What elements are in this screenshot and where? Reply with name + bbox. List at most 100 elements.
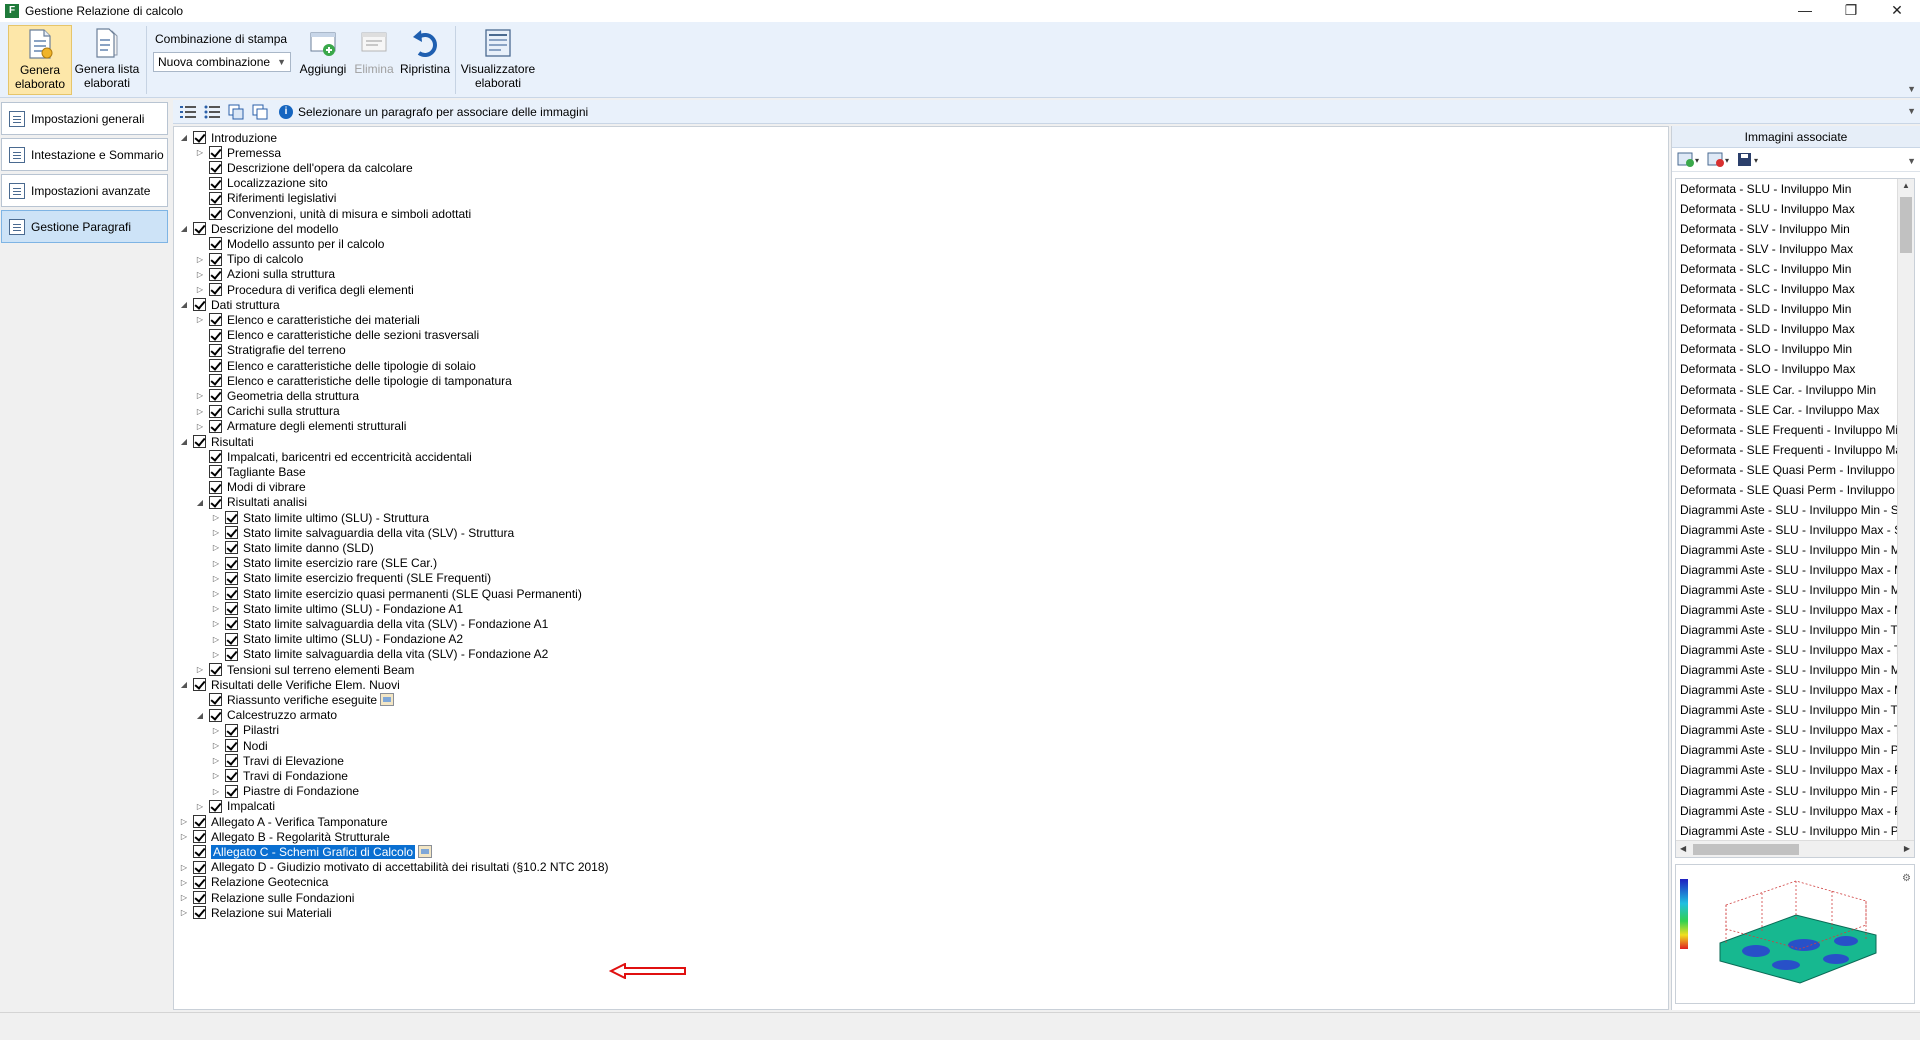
paragraph-checkbox[interactable] <box>225 632 238 646</box>
paragraph-checkbox[interactable] <box>209 663 222 676</box>
paragraph-checkbox[interactable] <box>209 799 222 813</box>
paragraph-checkbox[interactable] <box>209 404 222 418</box>
tree-row[interactable]: ▷ Stato limite ultimo (SLU) - Fondazione … <box>210 632 463 647</box>
list-item[interactable]: Deformata - SLE Frequenti - Inviluppo Mi… <box>1680 421 1905 439</box>
tree-row[interactable]: ▷ Impalcati <box>194 799 275 814</box>
expand-arrow-icon[interactable]: ▷ <box>210 647 222 662</box>
tree-row[interactable]: Impalcati, baricentri ed eccentricità ac… <box>194 449 472 464</box>
list-item[interactable]: Diagrammi Aste - SLU - Inviluppo Max - P… <box>1680 802 1906 820</box>
tree-row[interactable]: ◢ Dati struttura <box>178 297 280 312</box>
paragraph-checkbox[interactable] <box>209 419 222 433</box>
expand-arrow-icon[interactable]: ▷ <box>194 252 206 267</box>
list-item[interactable]: Diagrammi Aste - SLU - Inviluppo Max - S… <box>1680 521 1905 539</box>
tree-row[interactable]: ◢ Descrizione del modello <box>178 221 338 236</box>
paragraph-checkbox[interactable] <box>193 678 206 692</box>
paragraph-checkbox[interactable] <box>225 723 238 737</box>
paragraph-checkbox[interactable] <box>209 176 222 190</box>
list-item[interactable]: Diagrammi Aste - SLU - Inviluppo Min - P… <box>1680 822 1903 840</box>
expand-arrow-icon[interactable]: ▷ <box>210 723 222 738</box>
expand-arrow-icon[interactable]: ▷ <box>178 860 190 875</box>
expand-arrow-icon[interactable]: ▷ <box>194 662 206 677</box>
tree-row[interactable]: Modello assunto per il calcolo <box>194 236 384 251</box>
paragraph-checkbox[interactable] <box>225 769 238 783</box>
expand-arrow-icon[interactable]: ▷ <box>194 145 206 160</box>
tree-row[interactable]: ▷ Nodi <box>210 738 268 753</box>
tree-row[interactable]: ▷ Stato limite ultimo (SLU) - Fondazione … <box>210 601 463 616</box>
tree-row[interactable]: ▷ Procedura di verifica degli elementi <box>194 282 414 297</box>
tree-row[interactable]: ▷ Allegato B - Regolarità Strutturale <box>178 829 390 844</box>
paragraph-checkbox[interactable] <box>209 693 222 707</box>
list-item[interactable]: Deformata - SLV - Inviluppo Min <box>1680 220 1850 238</box>
scroll-left-icon[interactable]: ◀ <box>1680 844 1686 853</box>
expand-arrow-icon[interactable]: ▷ <box>210 738 222 753</box>
tree-row[interactable]: Tagliante Base <box>194 464 306 479</box>
genera-lista-button[interactable]: Genera lista elaborati <box>74 25 140 95</box>
expand-arrow-icon[interactable]: ▷ <box>178 814 190 829</box>
tree-row[interactable]: ▷ Azioni sulla struttura <box>194 267 335 282</box>
collapse-arrow-icon[interactable]: ◢ <box>178 221 190 236</box>
list-item[interactable]: Deformata - SLV - Inviluppo Max <box>1680 240 1853 258</box>
paragraph-checkbox[interactable] <box>193 891 206 904</box>
tree-row[interactable]: ▷ Allegato D - Giudizio motivato di accet… <box>178 860 609 875</box>
paragraph-checkbox[interactable] <box>209 161 222 175</box>
tree-row[interactable]: ▷ Tipo di calcolo <box>194 252 303 267</box>
panel-overflow-icon[interactable]: ▼ <box>1907 156 1916 166</box>
list-item[interactable]: Diagrammi Aste - SLU - Inviluppo Min - M <box>1680 581 1901 599</box>
tree-row[interactable]: ▷ Armature degli elementi strutturali <box>194 419 407 434</box>
list-item[interactable]: Diagrammi Aste - SLU - Inviluppo Min - S… <box>1680 501 1902 519</box>
paragraph-checkbox[interactable] <box>193 875 206 889</box>
expand-arrow-icon[interactable]: ▷ <box>210 571 222 586</box>
expand-arrow-icon[interactable]: ▷ <box>210 768 222 783</box>
list-item[interactable]: Deformata - SLE Quasi Perm - Inviluppo M <box>1680 481 1908 499</box>
ribbon-collapse-icon[interactable]: ▼ <box>1907 84 1916 94</box>
list-item[interactable]: Deformata - SLC - Inviluppo Max <box>1680 280 1855 298</box>
paragraph-checkbox[interactable] <box>225 647 238 661</box>
tree-row[interactable]: ▷ Stato limite danno (SLD) <box>210 540 374 555</box>
paragraph-checkbox[interactable] <box>225 511 238 524</box>
vertical-scrollbar[interactable]: ▲ <box>1897 179 1914 842</box>
add-image-icon[interactable]: ▾ <box>1676 151 1702 169</box>
paragraph-checkbox[interactable] <box>193 860 206 874</box>
paragraph-checkbox[interactable] <box>209 237 222 251</box>
tree-row[interactable]: ▷ Elenco e caratteristiche dei materiali <box>194 312 420 327</box>
list-item[interactable]: Diagrammi Aste - SLU - Inviluppo Min - P… <box>1680 741 1903 759</box>
list-item[interactable]: Diagrammi Aste - SLU - Inviluppo Max - M <box>1680 561 1904 579</box>
expand-arrow-icon[interactable]: ▷ <box>210 586 222 601</box>
collapse-all-icon[interactable] <box>203 103 221 121</box>
image-list[interactable]: Deformata - SLU - Inviluppo Min Deformata… <box>1675 178 1915 858</box>
paragraph-checkbox[interactable] <box>225 541 238 555</box>
horizontal-scrollbar[interactable]: ◀ ▶ <box>1676 840 1914 857</box>
elimina-button[interactable]: Elimina <box>352 25 396 95</box>
paragraph-checkbox[interactable] <box>209 267 222 281</box>
tree-row[interactable]: Stratigrafie del terreno <box>194 343 346 358</box>
combinazione-select[interactable]: Nuova combinazione ▼ <box>153 52 291 72</box>
list-item[interactable]: Deformata - SLE Car. - Inviluppo Min <box>1680 381 1876 399</box>
paragraph-checkbox[interactable] <box>209 191 222 205</box>
expand-arrow-icon[interactable]: ▷ <box>210 616 222 631</box>
paragraph-checkbox[interactable] <box>193 131 206 144</box>
list-item[interactable]: Diagrammi Aste - SLU - Inviluppo Max - T… <box>1680 721 1907 739</box>
sidebar-item-impostazioni-generali[interactable]: Impostazioni generali <box>1 102 168 135</box>
paragraph-checkbox[interactable] <box>209 359 222 372</box>
aggiungi-button[interactable]: Aggiungi <box>298 25 348 95</box>
expand-arrow-icon[interactable]: ▷ <box>194 282 206 297</box>
paragraph-checkbox[interactable] <box>209 480 222 494</box>
tree-row[interactable]: Localizzazione sito <box>194 176 328 191</box>
maximize-button[interactable]: ❐ <box>1828 0 1874 22</box>
tree-row[interactable]: ▷ Stato limite ultimo (SLU) - Struttura <box>210 510 429 525</box>
list-item[interactable]: Diagrammi Aste - SLU - Inviluppo Max - M <box>1680 681 1904 699</box>
paragraph-checkbox[interactable] <box>209 465 222 479</box>
scroll-up-icon[interactable]: ▲ <box>1902 181 1910 190</box>
tree-row[interactable]: ▷ Carichi sulla struttura <box>194 404 340 419</box>
tree-row[interactable]: ▷ Stato limite esercizio quasi permanenti… <box>210 586 582 601</box>
collapse-arrow-icon[interactable]: ◢ <box>178 297 190 312</box>
expand-arrow-icon[interactable]: ▷ <box>210 601 222 616</box>
list-item[interactable]: Deformata - SLO - Inviluppo Min <box>1680 340 1852 358</box>
paragraph-checkbox[interactable] <box>209 283 222 296</box>
paragraph-checkbox[interactable] <box>193 830 206 844</box>
ripristina-button[interactable]: Ripristina <box>398 25 452 95</box>
paragraph-checkbox[interactable] <box>193 435 206 448</box>
tree-row[interactable]: ▷ Allegato A - Verifica Tamponature <box>178 814 388 829</box>
sidebar-item-gestione-paragrafi[interactable]: Gestione Paragrafi <box>1 210 168 243</box>
tree-row[interactable]: ◢ Risultati <box>178 434 254 449</box>
